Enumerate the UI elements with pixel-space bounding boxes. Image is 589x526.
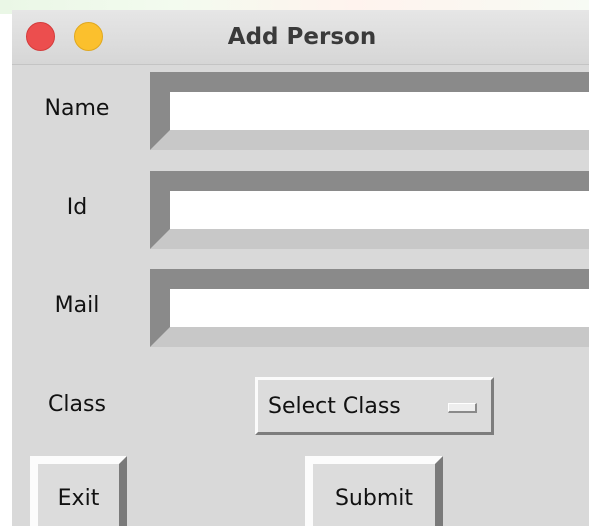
exit-button[interactable]: Exit bbox=[30, 456, 127, 526]
add-person-window: Add Person Name Id Mail Class Select Cla… bbox=[12, 10, 589, 526]
id-label: Id bbox=[66, 195, 88, 220]
screen: Add Person Name Id Mail Class Select Cla… bbox=[0, 0, 589, 526]
dropdown-indicator-icon bbox=[448, 403, 477, 413]
class-select-value: Select Class bbox=[268, 393, 401, 419]
mail-entry-frame bbox=[150, 269, 589, 347]
name-entry-frame bbox=[150, 72, 589, 150]
window-title: Add Person bbox=[227, 24, 377, 50]
id-entry-frame bbox=[150, 171, 589, 249]
name-input[interactable] bbox=[170, 92, 589, 130]
id-input[interactable] bbox=[170, 191, 589, 229]
title-bar[interactable]: Add Person bbox=[12, 10, 589, 65]
mail-label: Mail bbox=[54, 293, 100, 318]
class-label: Class bbox=[48, 392, 106, 417]
name-label: Name bbox=[44, 96, 110, 121]
submit-button[interactable]: Submit bbox=[305, 456, 443, 526]
mail-input[interactable] bbox=[170, 289, 589, 327]
class-select-dropdown[interactable]: Select Class bbox=[255, 377, 494, 435]
